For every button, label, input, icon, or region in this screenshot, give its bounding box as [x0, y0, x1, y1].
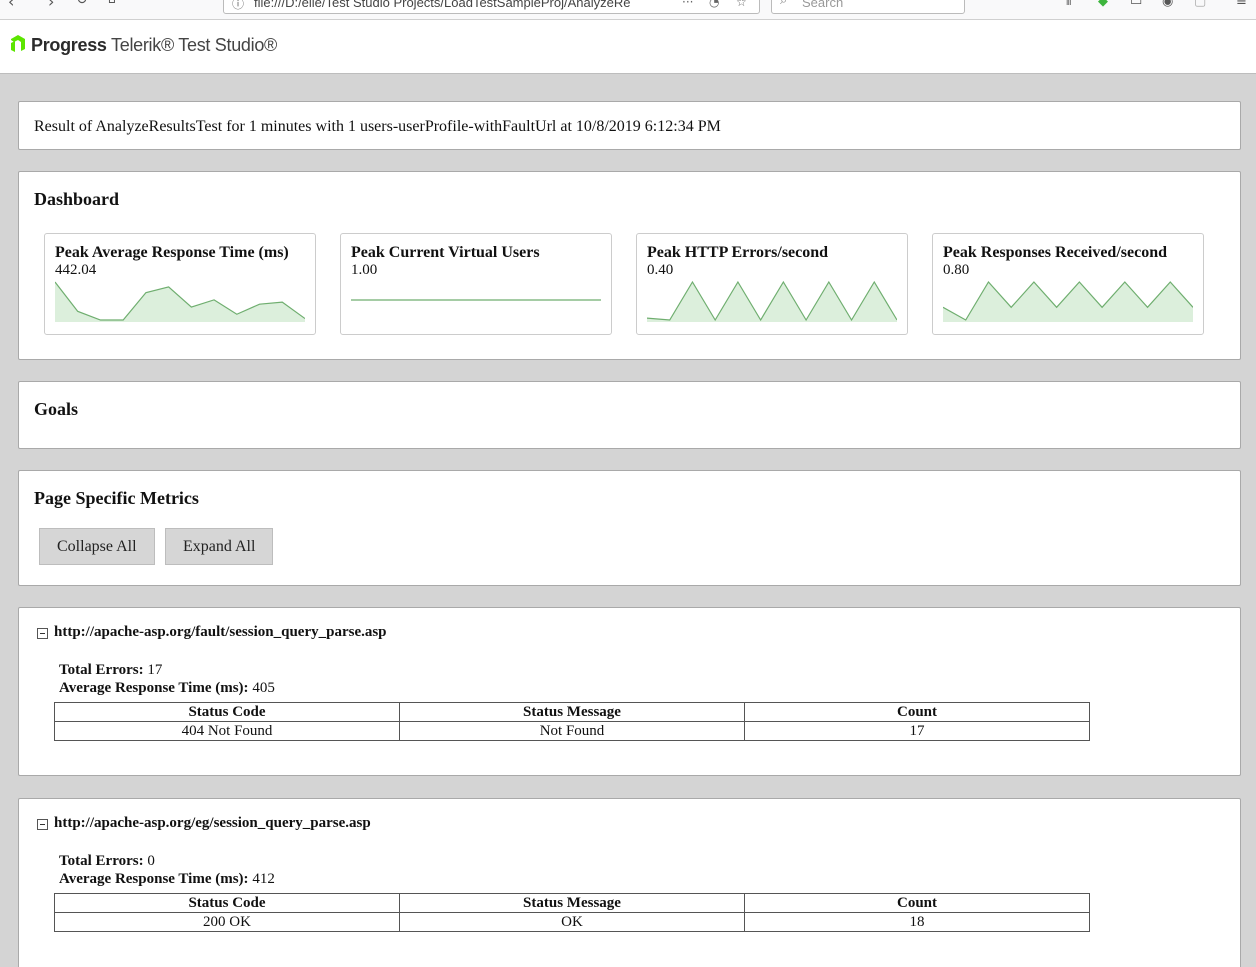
back-icon[interactable]: ‹ [8, 0, 14, 11]
table-cell: Not Found [399, 721, 745, 741]
table-header-row: Status Code Status Message Count [54, 893, 1090, 913]
dashboard-card: Peak Average Response Time (ms) 442.04 [44, 233, 316, 335]
forward-icon[interactable]: › [48, 0, 54, 11]
status-table: Status Code Status Message Count 404 Not… [54, 702, 1090, 741]
dashboard-card: Peak HTTP Errors/second 0.40 [636, 233, 908, 335]
column-header: Status Code [54, 893, 400, 913]
table-cell: 18 [744, 912, 1090, 932]
total-errors: Total Errors: 0 [59, 853, 155, 870]
page-metrics-section: http://apache-asp.org/fault/session_quer… [18, 607, 1241, 776]
status-table: Status Code Status Message Count 200 OK … [54, 893, 1090, 932]
collapse-toggle-icon[interactable] [37, 819, 48, 830]
search-icon: ⌕ [780, 0, 788, 8]
table-cell: 17 [744, 721, 1090, 741]
total-errors: Total Errors: 17 [59, 662, 162, 679]
sparkline-chart [351, 299, 601, 301]
sparkline-chart [943, 280, 1193, 322]
reload-icon[interactable]: ↻ [76, 0, 88, 8]
average-response: Average Response Time (ms): 412 [59, 871, 275, 888]
column-header: Count [744, 702, 1090, 722]
dashboard-card: Peak Current Virtual Users 1.00 [340, 233, 612, 335]
page-url: http://apache-asp.org/eg/session_query_p… [54, 815, 371, 831]
account-icon[interactable]: ◉ [1162, 0, 1178, 9]
table-cell: 404 Not Found [54, 721, 400, 741]
info-icon[interactable]: ⓘ [232, 0, 244, 12]
bookmark-star-icon[interactable]: ☆ [736, 0, 747, 9]
table-header-row: Status Code Status Message Count [54, 702, 1090, 722]
page-actions-icon[interactable]: ··· [682, 0, 693, 9]
column-header: Status Message [399, 893, 745, 913]
card-title: Peak Average Response Time (ms) [55, 244, 289, 261]
collapse-toggle-icon[interactable] [37, 628, 48, 639]
total-errors-value: 0 [147, 853, 155, 869]
average-response-value: 405 [252, 680, 275, 696]
table-cell: OK [399, 912, 745, 932]
page-metrics-section: http://apache-asp.org/eg/session_query_p… [18, 798, 1241, 967]
browser-toolbar: ‹ › ↻ ⌂ ⓘ file:///D:/elle/Test Studio Pr… [0, 0, 1256, 20]
card-title: Peak HTTP Errors/second [647, 244, 829, 261]
logo-brand: Progress [31, 35, 107, 55]
extension-icon[interactable]: ◆ [1098, 0, 1114, 9]
column-header: Status Message [399, 702, 745, 722]
sparkline-area [55, 282, 305, 322]
collapse-all-button[interactable]: Collapse All [39, 528, 155, 565]
sparkline-chart [55, 281, 305, 322]
table-cell: 200 OK [54, 912, 400, 932]
average-response-label: Average Response Time (ms): [59, 680, 249, 696]
app-header: Progress Telerik® Test Studio® [0, 20, 1256, 74]
page-metrics-panel: Page Specific Metrics Collapse All Expan… [18, 470, 1241, 586]
goals-title: Goals [34, 399, 79, 419]
home-icon[interactable]: ⌂ [108, 0, 116, 6]
column-header: Count [744, 893, 1090, 913]
expand-all-button[interactable]: Expand All [165, 528, 274, 565]
logo-text: Progress Telerik® Test Studio® [31, 35, 277, 56]
total-errors-label: Total Errors: [59, 853, 144, 869]
dashboard-title: Dashboard [34, 189, 120, 209]
logo-product: Telerik® Test Studio® [111, 35, 277, 55]
sidebar-icon[interactable]: ▭ [1130, 0, 1146, 9]
card-value: 1.00 [351, 262, 378, 278]
average-response-label: Average Response Time (ms): [59, 871, 249, 887]
average-response: Average Response Time (ms): 405 [59, 680, 275, 697]
dashboard-panel: Dashboard Peak Average Response Time (ms… [18, 171, 1241, 360]
result-summary-panel: Result of AnalyzeResultsTest for 1 minut… [18, 101, 1241, 150]
goals-panel: Goals [18, 381, 1241, 449]
table-row: 200 OK OK 18 [54, 912, 1090, 932]
card-value: 0.40 [647, 262, 674, 278]
average-response-value: 412 [252, 871, 275, 887]
card-title: Peak Responses Received/second [943, 244, 1167, 261]
card-value: 442.04 [55, 262, 97, 278]
column-header: Status Code [54, 702, 400, 722]
library-icon[interactable]: ⫴ [1066, 0, 1082, 9]
menu-icon[interactable]: ≡ [1236, 0, 1252, 9]
card-title: Peak Current Virtual Users [351, 244, 540, 261]
result-summary-text: Result of AnalyzeResultsTest for 1 minut… [34, 118, 721, 135]
url-text: file:///D:/elle/Test Studio Projects/Loa… [254, 0, 631, 10]
total-errors-value: 17 [147, 662, 163, 678]
table-row: 404 Not Found Not Found 17 [54, 721, 1090, 741]
page-url: http://apache-asp.org/fault/session_quer… [54, 624, 387, 640]
total-errors-label: Total Errors: [59, 662, 144, 678]
search-input[interactable]: ⌕ Search [771, 0, 965, 14]
url-bar[interactable]: ⓘ file:///D:/elle/Test Studio Projects/L… [223, 0, 760, 14]
dashboard-card: Peak Responses Received/second 0.80 [932, 233, 1204, 335]
progress-logo-icon [11, 35, 25, 52]
sparkline-chart [647, 280, 897, 322]
card-value: 0.80 [943, 262, 970, 278]
page-metrics-title: Page Specific Metrics [34, 488, 199, 508]
sparkline-area [943, 282, 1193, 322]
pocket-icon[interactable]: ◔ [709, 0, 719, 9]
screenshot-icon[interactable]: ▢ [1194, 0, 1210, 9]
search-placeholder: Search [802, 0, 844, 10]
